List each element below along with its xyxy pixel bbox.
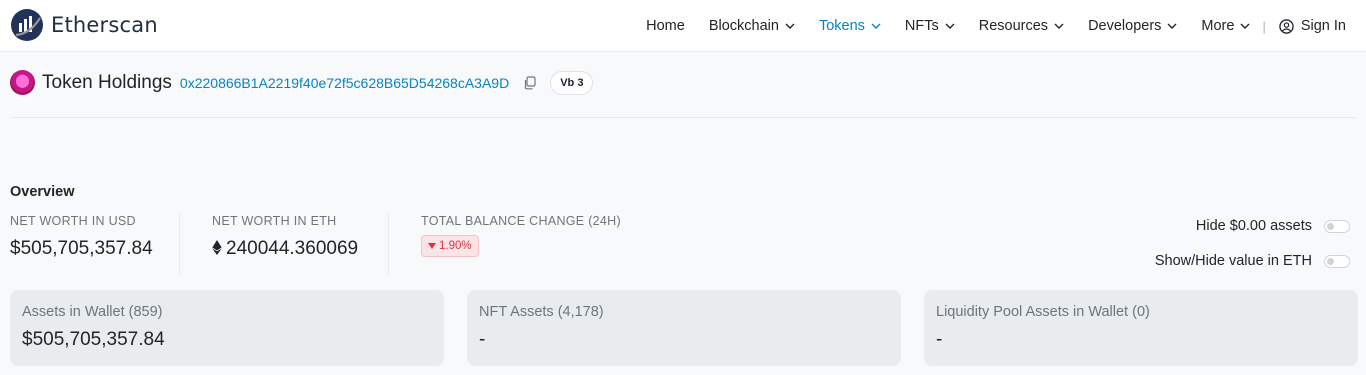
nav-developers[interactable]: Developers [1088, 18, 1177, 34]
copy-icon[interactable] [523, 75, 536, 90]
balance-change-badge: 1.90% [421, 235, 479, 257]
chevron-down-icon [1054, 23, 1064, 29]
etherscan-logo[interactable]: Etherscan [10, 8, 158, 42]
wallet-address-link[interactable]: 0x220866B1A2219f40e72f5c628B65D54268cA3A… [180, 75, 509, 91]
card-value: - [936, 329, 943, 350]
nav-nfts[interactable]: NFTs [905, 18, 955, 34]
page-title: Token Holdings [42, 71, 172, 93]
nav-home-label: Home [646, 18, 685, 34]
sign-in-button[interactable]: Sign In [1279, 18, 1346, 34]
card-label: NFT Assets (4,178) [479, 304, 604, 320]
stat-divider [388, 214, 389, 274]
card-label: Assets in Wallet (859) [22, 304, 163, 320]
show-eth-label: Show/Hide value in ETH [1154, 253, 1312, 269]
ethereum-icon [212, 240, 222, 255]
nav-tokens-label: Tokens [818, 18, 865, 34]
etherscan-logo-icon [11, 9, 43, 41]
net-worth-usd-value: $505,705,357.84 [10, 238, 153, 259]
hide-zero-label: Hide $0.00 assets [1195, 218, 1312, 234]
page-header: Token Holdings 0x220866B1A2219f40e72f5c6… [10, 70, 594, 95]
nav-blockchain[interactable]: Blockchain [709, 18, 795, 34]
sign-in-label: Sign In [1300, 18, 1346, 34]
net-worth-eth-value: 240044.360069 [226, 238, 359, 259]
asset-toggles: Hide $0.00 assets Show/Hide value in ETH [1155, 216, 1350, 286]
nav-tokens[interactable]: Tokens [819, 18, 881, 34]
show-eth-row: Show/Hide value in ETH [1155, 251, 1350, 271]
nav-nfts-label: NFTs [904, 18, 939, 34]
caret-down-icon [428, 243, 436, 249]
balance-change-label: TOTAL BALANCE CHANGE (24H) [421, 214, 621, 228]
card-value: - [479, 329, 486, 350]
nav-home[interactable]: Home [646, 18, 685, 34]
nav-resources-label: Resources [978, 18, 1049, 34]
card-value: $505,705,357.84 [22, 329, 165, 350]
chevron-down-icon [785, 23, 795, 29]
nav-blockchain-label: Blockchain [708, 18, 779, 34]
hide-zero-row: Hide $0.00 assets [1155, 216, 1350, 236]
nav-developers-label: Developers [1088, 18, 1162, 34]
show-eth-toggle[interactable] [1324, 254, 1350, 268]
net-worth-usd: NET WORTH IN USD $505,705,357.84 [10, 214, 153, 274]
net-worth-usd-label: NET WORTH IN USD [10, 214, 136, 228]
brand-name: Etherscan [51, 13, 158, 37]
net-worth-eth: NET WORTH IN ETH 240044.360069 [212, 214, 358, 274]
nav-more[interactable]: More [1201, 18, 1250, 34]
hide-zero-toggle[interactable] [1324, 219, 1350, 233]
header-divider [10, 117, 1356, 118]
net-worth-eth-label: NET WORTH IN ETH [212, 214, 337, 228]
net-worth-eth-row: 240044.360069 [212, 238, 358, 260]
balance-change-value: 1.90% [439, 240, 472, 252]
user-circle-icon [1279, 18, 1294, 34]
nav-separator: | [1262, 18, 1266, 34]
nft-assets-card: NFT Assets (4,178) - [467, 290, 901, 366]
main-nav: Home Blockchain Tokens NFTs Resources De… [622, 0, 1346, 52]
balance-change: TOTAL BALANCE CHANGE (24H) 1.90% [421, 214, 621, 274]
chevron-down-icon [945, 23, 955, 29]
verified-badge[interactable]: Vb 3 [550, 70, 594, 95]
nav-more-label: More [1201, 18, 1235, 34]
chevron-down-icon [1240, 23, 1250, 29]
chevron-down-icon [1167, 23, 1177, 29]
nav-resources[interactable]: Resources [979, 18, 1064, 34]
overview-heading: Overview [10, 184, 75, 200]
stat-divider [179, 214, 180, 274]
assets-in-wallet-card: Assets in Wallet (859) $505,705,357.84 [10, 290, 444, 366]
chevron-down-icon [871, 23, 881, 29]
top-navbar: Etherscan Home Blockchain Tokens NFTs Re… [0, 0, 1366, 52]
card-label: Liquidity Pool Assets in Wallet (0) [936, 304, 1150, 320]
address-avatar [10, 70, 35, 95]
liquidity-pool-card: Liquidity Pool Assets in Wallet (0) - [924, 290, 1358, 366]
